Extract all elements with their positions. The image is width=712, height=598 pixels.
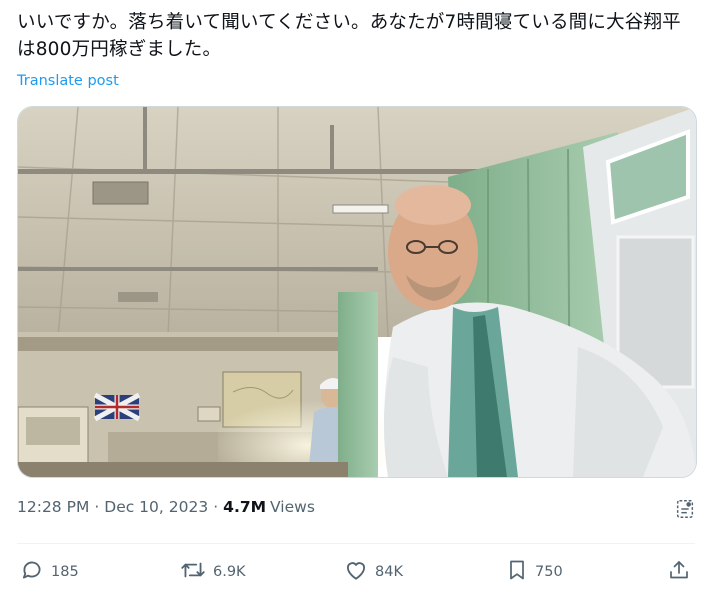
reply-count: 185 [51, 564, 79, 580]
bookmark-count: 750 [535, 564, 563, 580]
like-count: 84K [375, 564, 403, 580]
post-meta: 12:28 PM · Dec 10, 2023 · 4.7M Views [17, 498, 315, 516]
repost-count: 6.9K [213, 564, 246, 580]
views-count: 4.7M [223, 498, 267, 516]
reply-icon [19, 557, 51, 587]
bookmark-button[interactable]: 750 [505, 556, 563, 588]
share-button[interactable] [667, 556, 697, 588]
action-bar: 185 6.9K 84K 750 [17, 556, 695, 588]
repost-icon [179, 557, 213, 587]
reply-button[interactable]: 185 [19, 556, 79, 588]
translate-post-link[interactable]: Translate post [17, 73, 119, 89]
post-text: いいですか。落ち着いて聞いてください。あなたが7時間寝ている間に大谷翔平は800… [17, 12, 681, 60]
like-icon [343, 557, 375, 587]
meta-separator: · [94, 498, 100, 516]
meta-separator: · [213, 498, 219, 516]
post-time[interactable]: 12:28 PM [17, 498, 89, 516]
post-date[interactable]: Dec 10, 2023 [104, 498, 208, 516]
repost-button[interactable]: 6.9K [179, 556, 246, 588]
divider [17, 543, 695, 544]
analytics-icon[interactable] [674, 498, 696, 524]
views-label: Views [270, 498, 315, 516]
post-image[interactable] [17, 106, 697, 478]
share-icon [667, 557, 697, 587]
bookmark-icon [505, 557, 535, 587]
like-button[interactable]: 84K [343, 556, 403, 588]
